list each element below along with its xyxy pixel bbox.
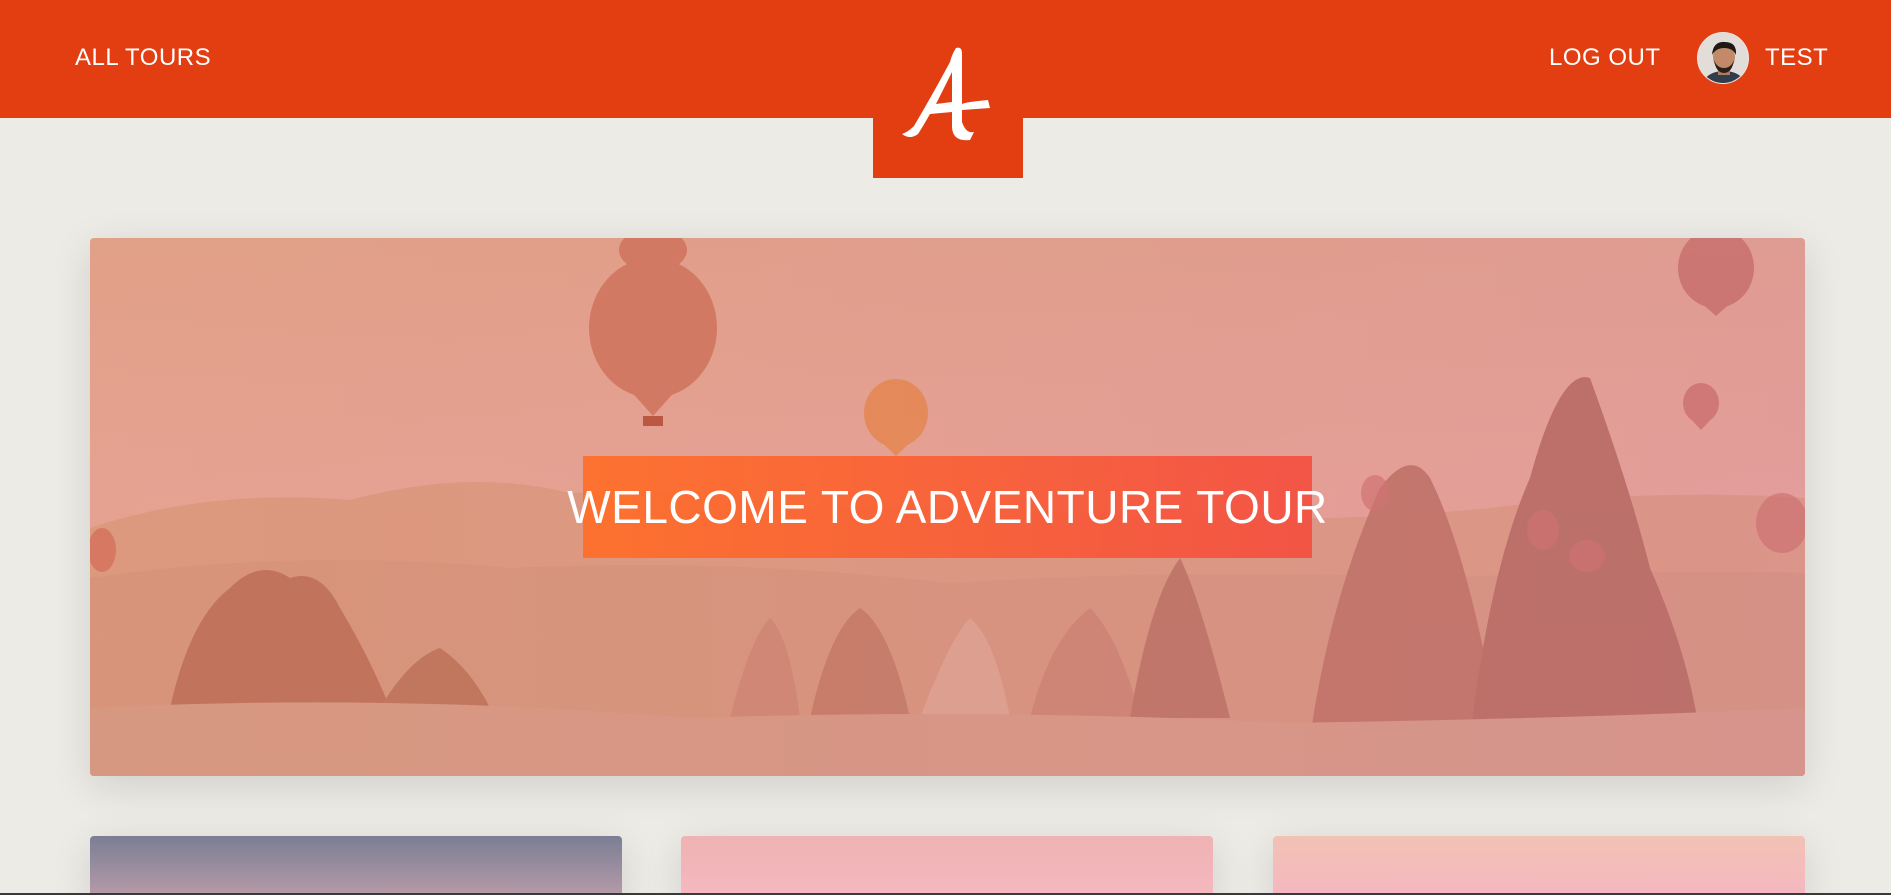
hero-banner: WELCOME TO ADVENTURE TOUR [90,238,1805,776]
logo-icon [902,47,990,141]
hero-title: WELCOME TO ADVENTURE TOUR [567,481,1328,533]
user-name: TEST [1765,44,1829,71]
tour-card[interactable] [1273,836,1805,895]
nav-all-tours-link[interactable]: ALL TOURS [75,43,211,73]
tour-card[interactable] [681,836,1213,895]
nav-logout-link[interactable]: LOG OUT [1549,43,1661,73]
avatar-image [1698,33,1748,83]
avatar[interactable] [1697,32,1749,84]
logo-link[interactable] [873,0,1023,178]
user-profile-link[interactable]: TEST [1697,31,1828,85]
hero-title-box: WELCOME TO ADVENTURE TOUR [567,456,1327,558]
tour-card[interactable] [90,836,622,895]
